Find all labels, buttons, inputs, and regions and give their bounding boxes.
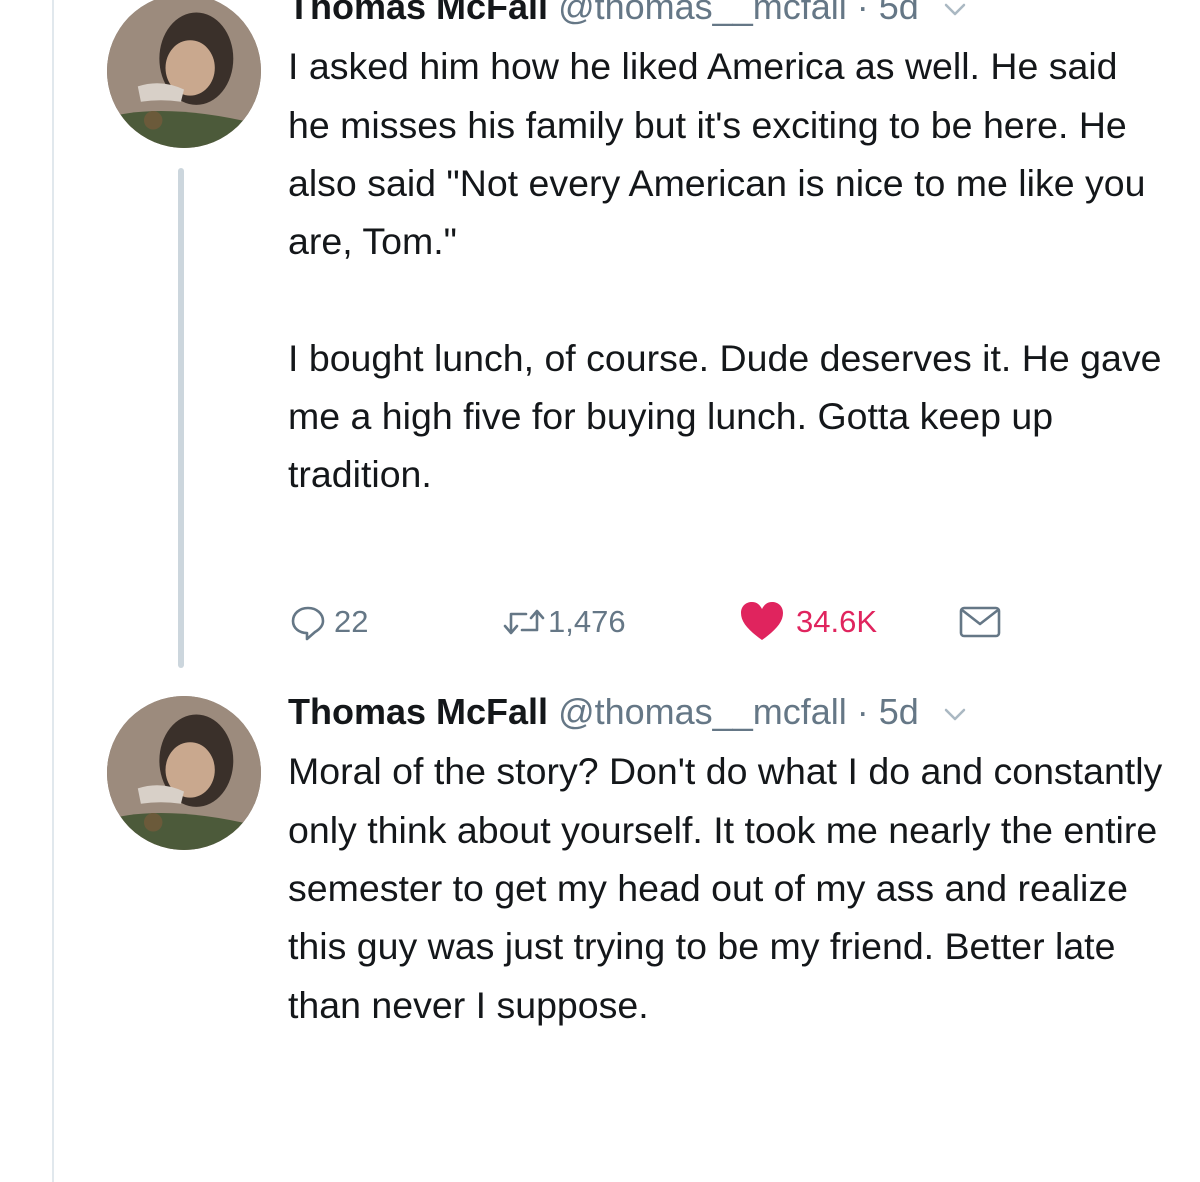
avatar-photo-icon xyxy=(107,0,261,148)
direct-message-button[interactable] xyxy=(958,604,1002,640)
like-count: 34.6K xyxy=(796,604,878,639)
tweet-paragraph: I asked him how he liked America as well… xyxy=(288,45,1146,263)
timeline-left-border xyxy=(52,0,54,1182)
tweet: Thomas McFall @thomas__mcfall · 5d I ask… xyxy=(288,0,1168,504)
display-name[interactable]: Thomas McFall xyxy=(288,0,548,27)
timestamp[interactable]: 5d xyxy=(879,0,919,27)
tweet-text: Moral of the story? Don't do what I do a… xyxy=(288,742,1168,1033)
tweet-header: Thomas McFall @thomas__mcfall · 5d xyxy=(288,0,1168,31)
chevron-down-icon[interactable] xyxy=(943,692,967,736)
avatar[interactable] xyxy=(107,696,261,850)
tweet: Thomas McFall @thomas__mcfall · 5d Moral… xyxy=(288,690,1168,1034)
handle[interactable]: @thomas__mcfall xyxy=(558,691,847,732)
reply-button[interactable]: 22 xyxy=(288,602,502,642)
display-name[interactable]: Thomas McFall xyxy=(288,691,548,732)
handle[interactable]: @thomas__mcfall xyxy=(558,0,847,27)
tweet-text: I asked him how he liked America as well… xyxy=(288,37,1168,503)
retweet-count: 1,476 xyxy=(548,604,626,639)
chevron-down-icon[interactable] xyxy=(943,0,967,31)
avatar[interactable] xyxy=(107,0,261,148)
envelope-icon xyxy=(958,604,1002,640)
separator: · xyxy=(846,0,879,27)
avatar-photo-icon xyxy=(107,696,261,850)
thread-connector-line xyxy=(178,168,184,668)
timestamp[interactable]: 5d xyxy=(879,691,919,732)
tweet-paragraph: Moral of the story? Don't do what I do a… xyxy=(288,750,1163,1026)
retweet-icon xyxy=(502,602,546,642)
like-button[interactable]: 34.6K xyxy=(738,600,958,644)
retweet-button[interactable]: 1,476 xyxy=(502,602,738,642)
tweet-header: Thomas McFall @thomas__mcfall · 5d xyxy=(288,690,1168,736)
tweet-action-bar: 22 1,476 34.6K xyxy=(288,592,1002,652)
separator: · xyxy=(846,691,879,732)
heart-icon xyxy=(738,600,786,644)
reply-icon xyxy=(288,602,328,642)
tweet-paragraph: I bought lunch, of course. Dude deserves… xyxy=(288,336,1162,496)
reply-count: 22 xyxy=(334,604,369,639)
